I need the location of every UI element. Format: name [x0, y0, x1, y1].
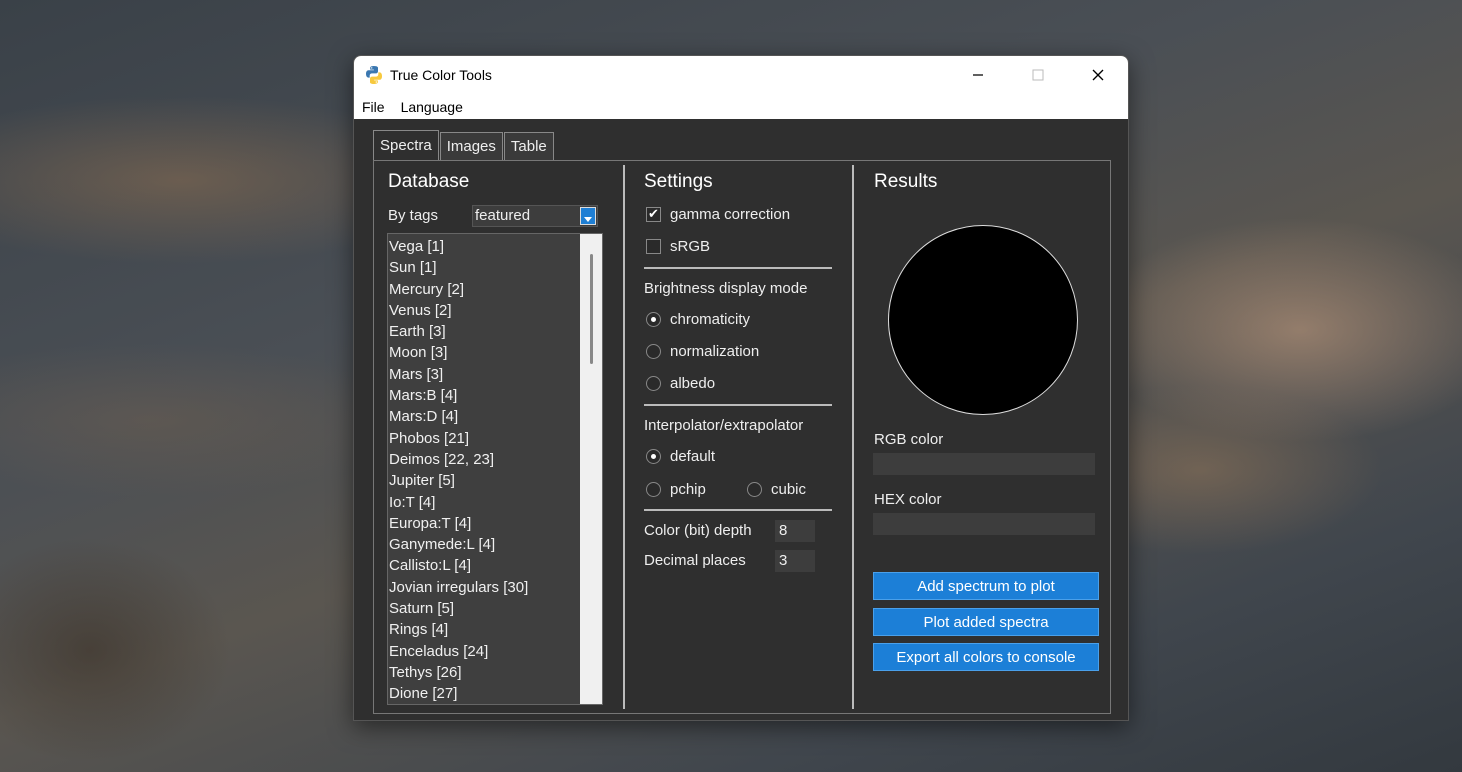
radio-cubic[interactable] — [747, 482, 762, 497]
list-item[interactable]: Venus [2] — [388, 300, 581, 321]
minimize-icon — [973, 74, 983, 76]
list-item[interactable]: Saturn [5] — [388, 598, 581, 619]
list-item[interactable]: Sun [1] — [388, 257, 581, 278]
settings-divider-3 — [644, 509, 832, 511]
tags-combobox[interactable]: featured — [472, 205, 598, 227]
radio-chromaticity[interactable] — [646, 312, 661, 327]
srgb-checkbox[interactable] — [646, 239, 661, 254]
pchip-label: pchip — [670, 481, 706, 498]
database-heading: Database — [388, 171, 470, 192]
list-item[interactable]: Mars [3] — [388, 364, 581, 385]
list-item[interactable]: Moon [3] — [388, 342, 581, 363]
tags-combobox-value: featured — [475, 207, 531, 224]
scrollbar-thumb[interactable] — [590, 254, 593, 364]
interp-heading: Interpolator/extrapolator — [644, 417, 804, 434]
list-item[interactable]: Earth [3] — [388, 321, 581, 342]
add-spectrum-button[interactable]: Add spectrum to plot — [873, 572, 1099, 600]
spectra-listbox[interactable]: Vega [1] Sun [1] Mercury [2] Venus [2] Earth… — [387, 233, 603, 705]
close-button[interactable] — [1068, 56, 1128, 94]
decimal-places-input[interactable]: 3 — [775, 550, 815, 572]
list-item[interactable]: Phobos [21] — [388, 428, 581, 449]
rgb-color-label: RGB color — [874, 431, 944, 448]
list-item[interactable]: Rings [4] — [388, 619, 581, 640]
list-item[interactable]: Dione [27] — [388, 683, 581, 704]
settings-column: Settings ✔ gamma correction sRGB Brightn… — [626, 161, 852, 713]
tab-images[interactable]: Images — [439, 132, 503, 160]
window-title: True Color Tools — [390, 67, 492, 83]
plot-spectra-button[interactable]: Plot added spectra — [873, 608, 1099, 636]
radio-normalization[interactable] — [646, 344, 661, 359]
menu-bar: File Language — [354, 94, 1128, 119]
gamma-correction-checkbox[interactable]: ✔ — [646, 207, 661, 222]
menu-file[interactable]: File — [354, 99, 393, 115]
by-tags-label: By tags — [388, 207, 439, 224]
list-item[interactable]: Jovian irregulars [30] — [388, 577, 581, 598]
chromaticity-label: chromaticity — [670, 311, 751, 328]
spectra-panel: Database By tags featured Vega [1] Sun [1… — [373, 160, 1111, 714]
brightness-heading: Brightness display mode — [644, 280, 808, 297]
minimize-button[interactable] — [948, 56, 1008, 94]
list-item[interactable]: Enceladus [24] — [388, 641, 581, 662]
tab-bar: Spectra Images Table — [373, 130, 555, 160]
color-preview-circle — [888, 225, 1078, 415]
default-label: default — [670, 448, 716, 465]
maximize-icon — [1032, 69, 1044, 81]
list-item[interactable]: Io:T [4] — [388, 492, 581, 513]
normalization-label: normalization — [670, 343, 760, 360]
chevron-down-icon[interactable] — [580, 207, 596, 225]
app-window: True Color Tools File Language Spectra I… — [353, 55, 1129, 721]
decimal-places-label: Decimal places — [644, 552, 746, 569]
results-column: Results RGB color HEX color Add spectrum… — [855, 161, 1110, 713]
tab-table[interactable]: Table — [503, 132, 554, 160]
list-item[interactable]: Mars:B [4] — [388, 385, 581, 406]
export-colors-button[interactable]: Export all colors to console — [873, 643, 1099, 671]
albedo-label: albedo — [670, 375, 716, 392]
hex-color-label: HEX color — [874, 491, 942, 508]
settings-divider-2 — [644, 404, 832, 406]
maximize-button[interactable] — [1008, 56, 1068, 94]
column-divider — [623, 165, 625, 709]
spectra-list: Vega [1] Sun [1] Mercury [2] Venus [2] Earth… — [388, 236, 581, 704]
list-item[interactable]: Deimos [22, 23] — [388, 449, 581, 470]
rgb-color-field[interactable] — [873, 453, 1095, 475]
python-icon — [366, 66, 382, 84]
settings-divider-1 — [644, 267, 832, 269]
radio-pchip[interactable] — [646, 482, 661, 497]
list-scrollbar[interactable] — [580, 234, 602, 704]
close-icon — [1092, 69, 1104, 81]
list-item[interactable]: Ganymede:L [4] — [388, 534, 581, 555]
list-item[interactable]: Europa:T [4] — [388, 513, 581, 534]
bit-depth-input[interactable]: 8 — [775, 520, 815, 542]
list-item[interactable]: Callisto:L [4] — [388, 555, 581, 576]
gamma-correction-label: gamma correction — [670, 206, 791, 223]
list-item[interactable]: Mars:D [4] — [388, 406, 581, 427]
column-divider — [852, 165, 854, 709]
cubic-label: cubic — [771, 481, 807, 498]
list-item[interactable]: Tethys [26] — [388, 662, 581, 683]
results-heading: Results — [874, 171, 938, 192]
hex-color-field[interactable] — [873, 513, 1095, 535]
bit-depth-label: Color (bit) depth — [644, 522, 752, 539]
srgb-label: sRGB — [670, 238, 711, 255]
menu-language[interactable]: Language — [393, 99, 471, 115]
list-item[interactable]: Mercury [2] — [388, 279, 581, 300]
radio-albedo[interactable] — [646, 376, 661, 391]
database-column: Database By tags featured Vega [1] Sun [1… — [374, 161, 624, 713]
settings-heading: Settings — [644, 171, 713, 192]
tab-spectra[interactable]: Spectra — [373, 130, 439, 160]
title-bar[interactable]: True Color Tools — [354, 56, 1128, 94]
list-item[interactable]: Vega [1] — [388, 236, 581, 257]
radio-default[interactable] — [646, 449, 661, 464]
list-item[interactable]: Jupiter [5] — [388, 470, 581, 491]
